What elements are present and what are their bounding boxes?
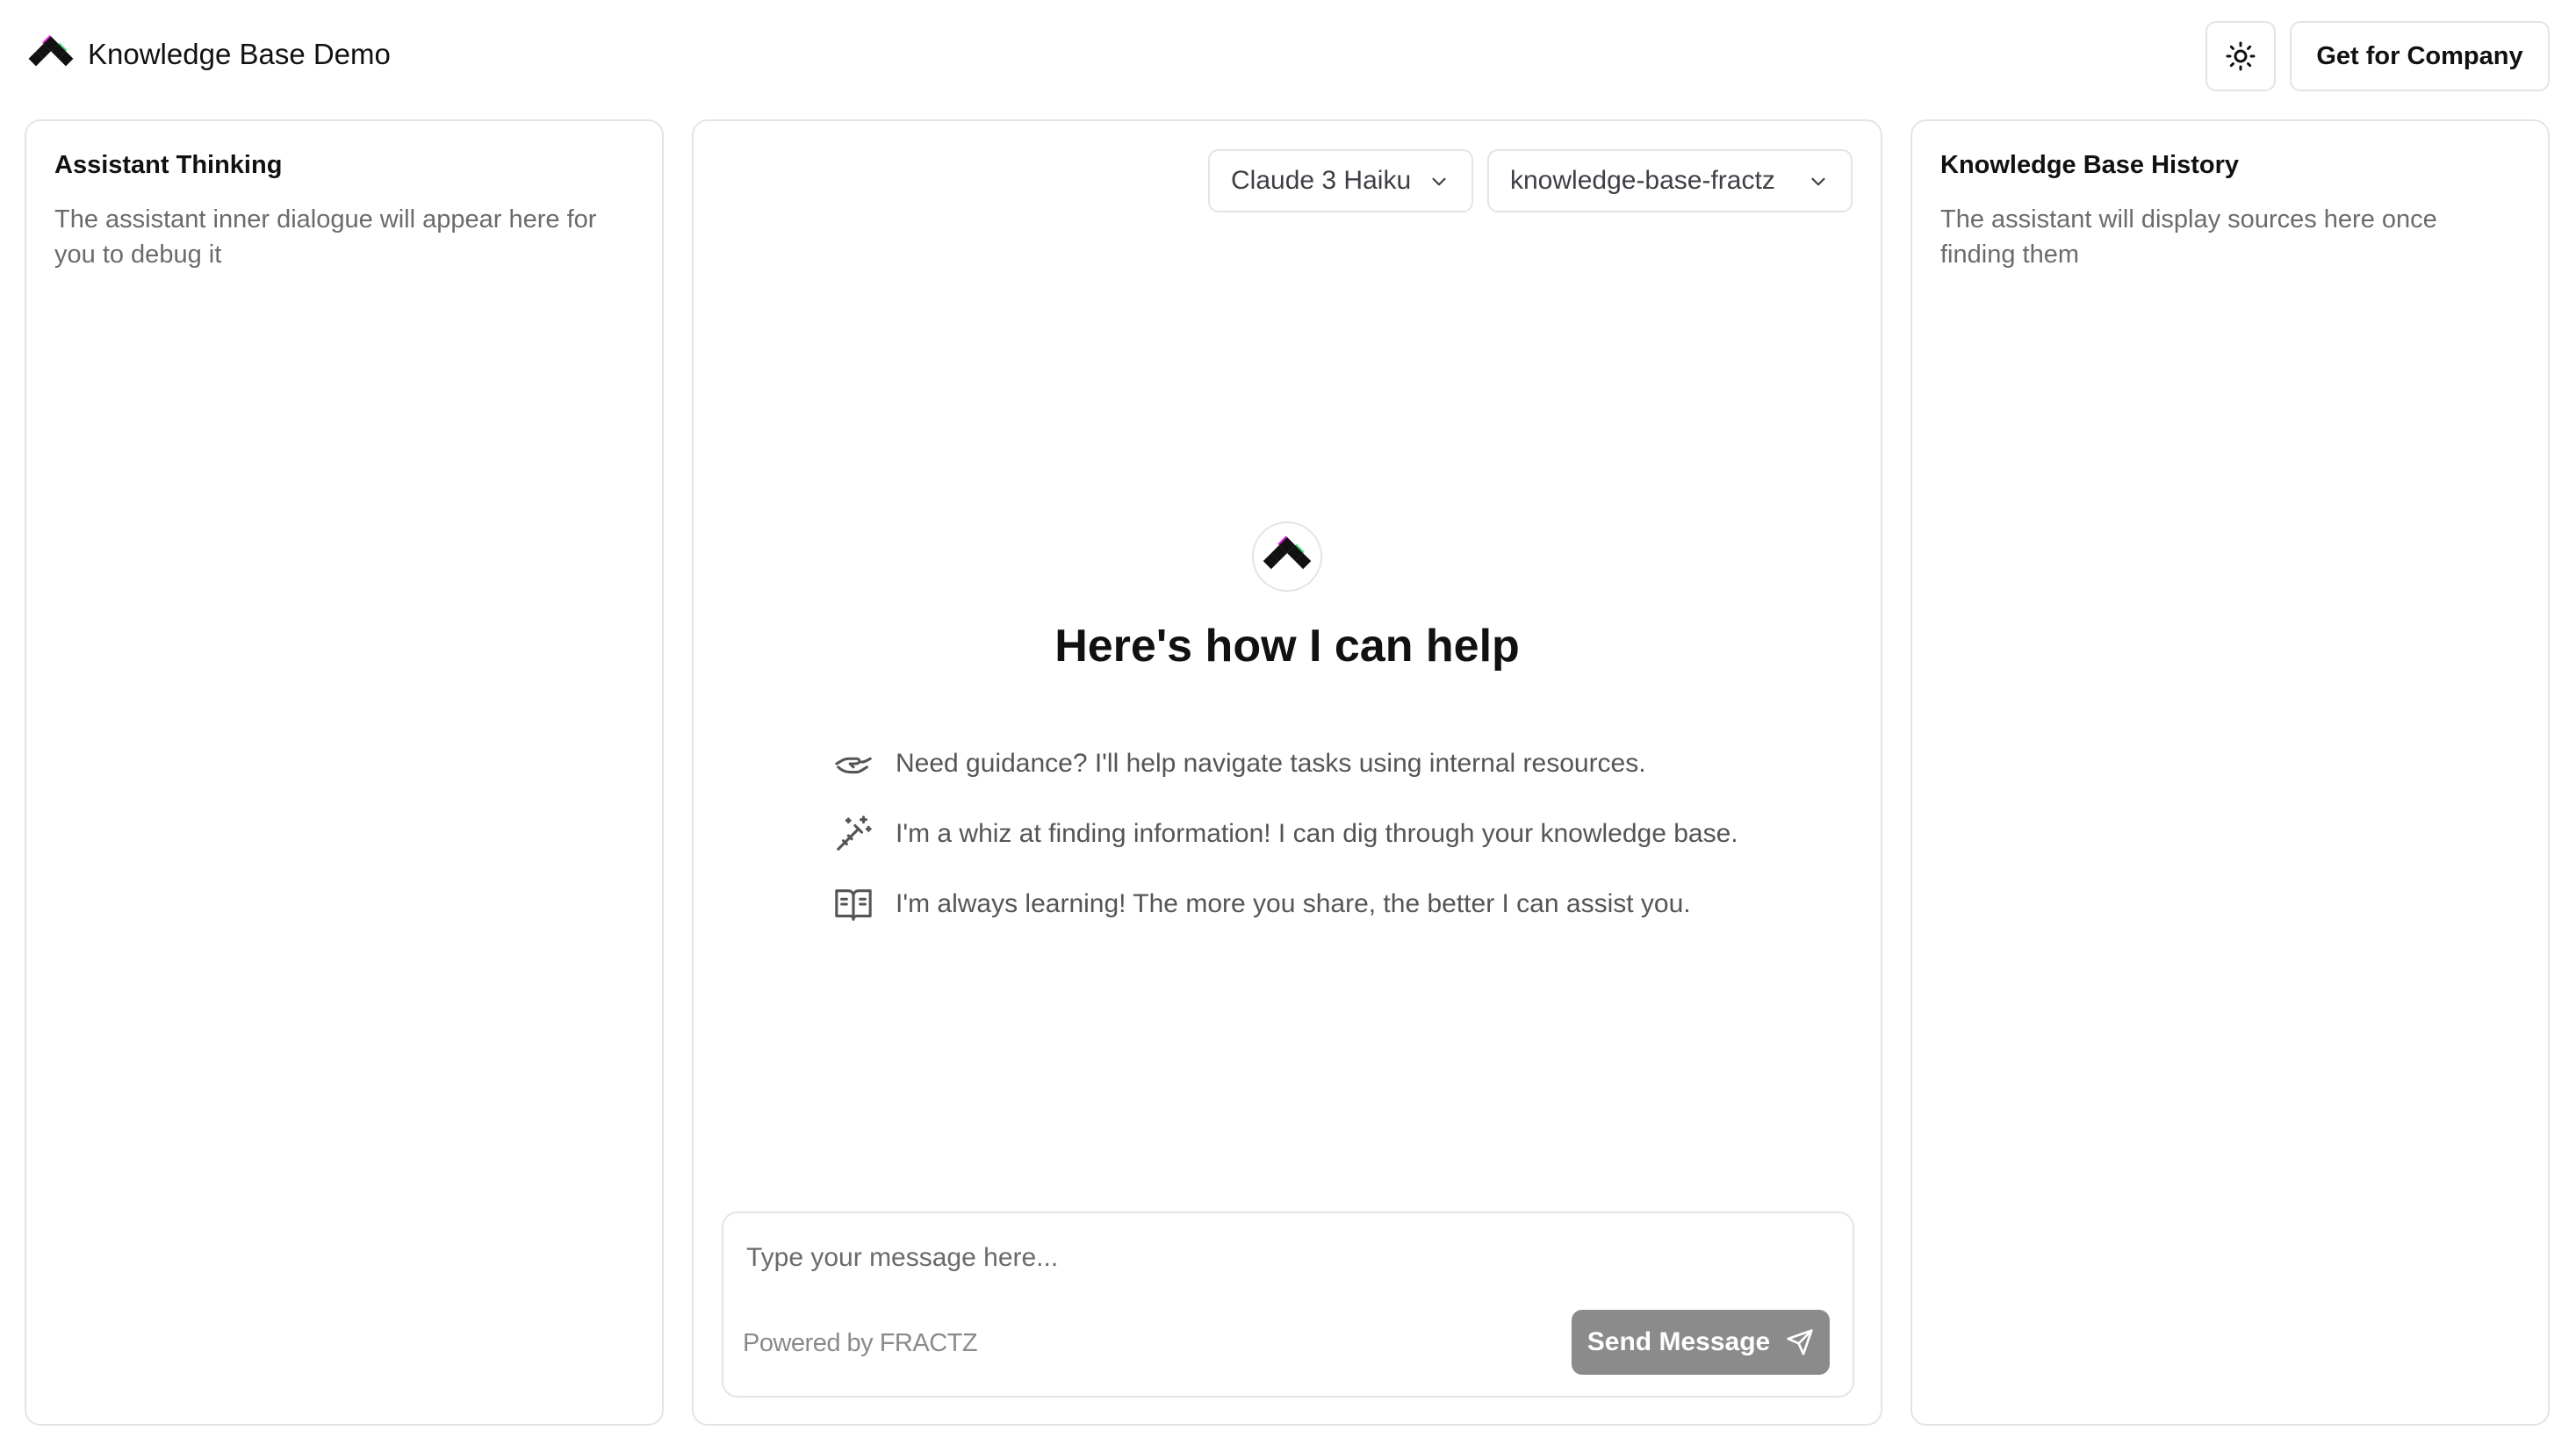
model-select[interactable]: Claude 3 Haiku: [1208, 149, 1473, 212]
feature-item: I'm always learning! The more you share,…: [832, 869, 1738, 939]
feature-text: Need guidance? I'll help navigate tasks …: [896, 749, 1646, 778]
chevron-down-icon: [1428, 170, 1450, 200]
feature-item: Need guidance? I'll help navigate tasks …: [832, 729, 1738, 799]
sun-icon: [2225, 40, 2256, 72]
fractz-logo-icon: [1261, 530, 1313, 583]
panel-title: Assistant Thinking: [54, 151, 283, 179]
send-button-label: Send Message: [1587, 1327, 1771, 1356]
knowledge-base-select-value: knowledge-base-fractz: [1510, 166, 1775, 195]
panel-title: Knowledge Base History: [1940, 151, 2240, 179]
theme-toggle-button[interactable]: [2205, 21, 2276, 91]
open-book-icon: [832, 883, 874, 925]
chat-panel: Claude 3 Haiku knowledge-base-fractz Her…: [692, 119, 1882, 1426]
feature-list: Need guidance? I'll help navigate tasks …: [832, 729, 1738, 939]
app-title: Knowledge Base Demo: [88, 38, 391, 70]
feature-item: I'm a whiz at finding information! I can…: [832, 799, 1738, 869]
assistant-thinking-panel: Assistant Thinking The assistant inner d…: [25, 119, 664, 1426]
chevron-down-icon: [1807, 170, 1830, 200]
hero-title: Here's how I can help: [1054, 621, 1520, 672]
feature-text: I'm a whiz at finding information! I can…: [896, 819, 1738, 848]
app-header: Knowledge Base Demo Get for Company: [0, 0, 2576, 112]
send-message-button[interactable]: Send Message: [1572, 1310, 1830, 1375]
magic-wand-icon: [832, 813, 874, 855]
message-input[interactable]: [745, 1231, 1802, 1285]
panel-description: The assistant will display sources here …: [1940, 205, 2437, 269]
handshake-icon: [832, 743, 874, 785]
message-composer: Powered by FRACTZ Send Message: [722, 1211, 1854, 1398]
panel-description: The assistant inner dialogue will appear…: [54, 205, 597, 269]
assistant-avatar: [1252, 521, 1322, 592]
send-icon: [1786, 1328, 1814, 1356]
knowledge-base-select[interactable]: knowledge-base-fractz: [1487, 149, 1853, 212]
get-for-company-button[interactable]: Get for Company: [2290, 21, 2550, 91]
knowledge-base-history-panel: Knowledge Base History The assistant wil…: [1910, 119, 2550, 1426]
feature-text: I'm always learning! The more you share,…: [896, 889, 1691, 918]
fractz-logo-icon: [26, 30, 76, 79]
model-select-value: Claude 3 Haiku: [1231, 166, 1412, 195]
powered-by-label: Powered by FRACTZ: [743, 1329, 978, 1357]
